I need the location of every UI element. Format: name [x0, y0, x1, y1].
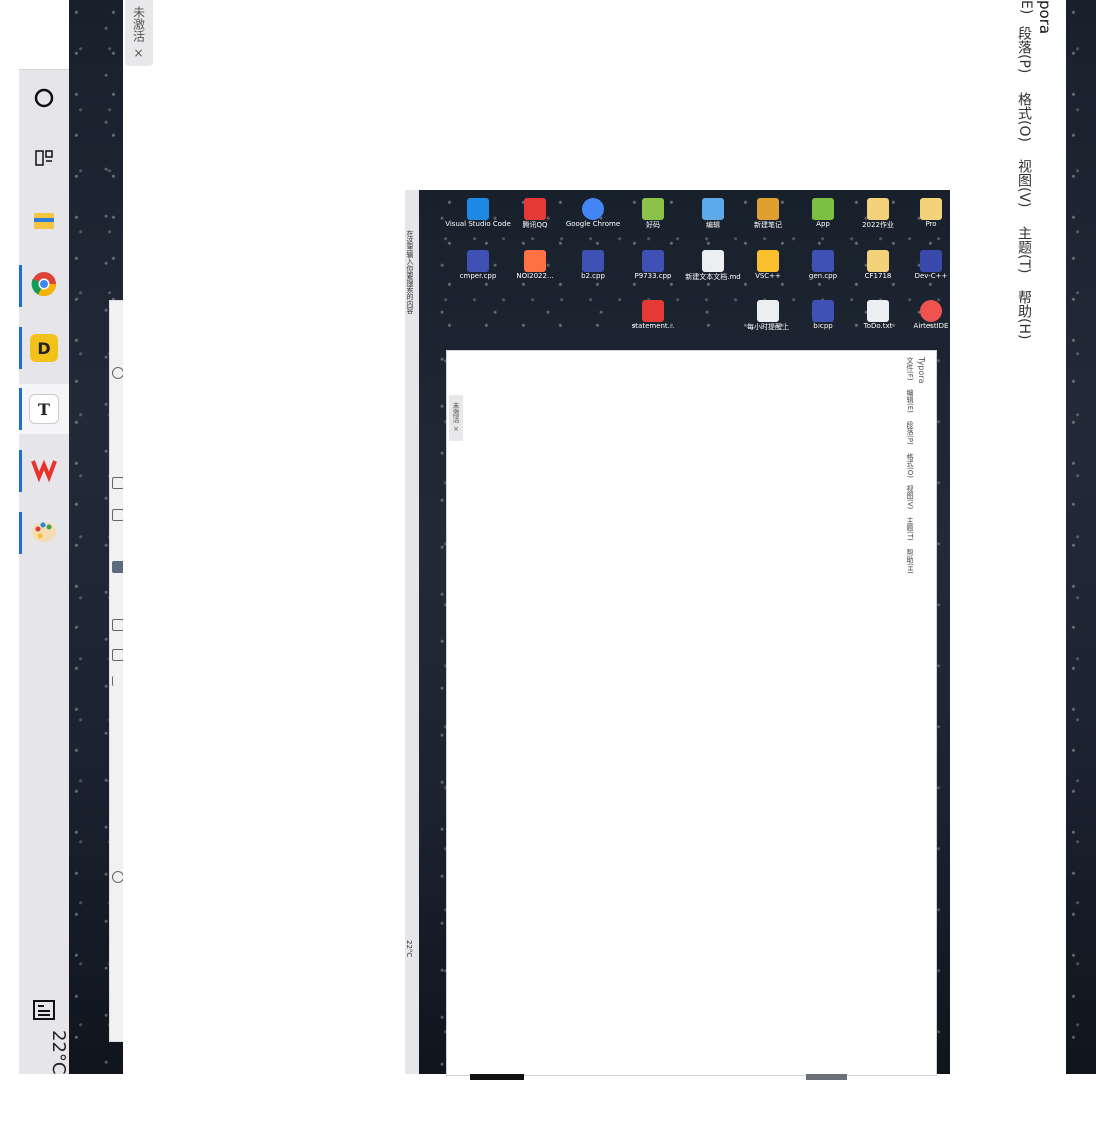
- taskbar-chrome[interactable]: [19, 261, 69, 311]
- nested-desktop-item: App: [805, 198, 841, 254]
- nested-menu-theme: 主题(T): [906, 517, 914, 541]
- nested-desktop-item: Google Chrome: [566, 198, 620, 254]
- menu-format[interactable]: 格式(O): [990, 92, 1034, 142]
- nested-taskbar-lower: [405, 442, 419, 1074]
- nested-desktop-item: Pro: [913, 198, 949, 254]
- bottom-edge-gray: [806, 1074, 847, 1080]
- bg-toolbar-resize-icon: [112, 676, 123, 686]
- chrome-icon: [30, 270, 58, 302]
- pasted-screenshot: Pro 2022作业 App 新建笔记 编辑 好码 Google Chrome …: [405, 190, 950, 1076]
- menu-theme[interactable]: 主题(T): [990, 226, 1034, 273]
- nested-typora-window: Typora 文件(F) 编辑(E) 段落(P) 格式(O) 视图(V) 主题(…: [446, 350, 937, 1076]
- taskbar-search-box[interactable]: [19, 0, 69, 70]
- search-circle-icon: [33, 87, 55, 113]
- task-view-button[interactable]: [19, 135, 69, 185]
- nested-desktop-item: 编辑: [695, 198, 731, 254]
- nested-weather: 22°C: [405, 940, 413, 958]
- editor-tab[interactable]: 未激活 ×: [125, 0, 153, 66]
- nested-menu-file: 文件(F): [906, 357, 914, 381]
- menu-help[interactable]: 帮助(H): [990, 290, 1034, 339]
- taskbar-file-explorer[interactable]: [19, 198, 69, 248]
- nested-desktop-item: CF1718: [860, 250, 896, 306]
- edit-icon: [702, 198, 724, 220]
- app-icon: [642, 198, 664, 220]
- nested-desktop-item: statement...: [632, 300, 674, 356]
- menu-edit[interactable]: E): [990, 0, 1034, 14]
- app-d-icon: D: [30, 334, 58, 362]
- taskbar: D T 22°C: [19, 0, 69, 1074]
- airtest-icon: [920, 300, 942, 322]
- nested-desktop-item: 2022作业: [860, 198, 896, 254]
- menu-bar: E) 段落(P) 格式(O) 视图(V) 主题(T) 帮助(H): [990, 0, 1034, 360]
- nested-desktop-item: 好码: [635, 198, 671, 254]
- nested-window-title: Typora: [917, 357, 926, 384]
- nested-taskbar-search: 在这里输入你要搜索的内容: [406, 230, 414, 314]
- menu-view[interactable]: 视图(V): [990, 159, 1034, 208]
- chrome-icon: [582, 198, 604, 220]
- file-icon: [702, 250, 724, 272]
- nested-menu-view: 视图(V): [906, 485, 914, 510]
- nested-desktop-item: 每小时提醒上: [747, 300, 789, 356]
- desktop-background-right: [1066, 0, 1096, 1074]
- editor-tab-label: 未激活 ×: [131, 6, 146, 60]
- cpp-file-icon: [812, 300, 834, 322]
- taskbar-app-d[interactable]: D: [19, 323, 69, 373]
- cpp-file-icon: [467, 250, 489, 272]
- window-title: pora: [1036, 0, 1054, 35]
- nested-desktop-item: b2.cpp: [575, 250, 611, 306]
- nested-desktop-item: Visual Studio Code: [445, 198, 511, 254]
- weather-temperature[interactable]: 22°C: [19, 1030, 69, 1074]
- folder-icon: [867, 250, 889, 272]
- app-icon: [757, 250, 779, 272]
- cpp-file-icon: [642, 250, 664, 272]
- nested-desktop-item: 腾讯QQ: [517, 198, 553, 254]
- folder-icon: [867, 198, 889, 220]
- taskbar-search-button[interactable]: [19, 75, 69, 125]
- nested-desktop-item: cmper.cpp: [460, 250, 496, 306]
- pdf-icon: [642, 300, 664, 322]
- nested-desktop-item: NOI2022...: [516, 250, 554, 306]
- txt-file-icon: [867, 300, 889, 322]
- nested-desktop-item: P9733.cpp: [635, 250, 672, 306]
- typora-icon: T: [29, 394, 59, 424]
- task-view-icon: [33, 147, 55, 173]
- nested-desktop-item: b.cpp: [805, 300, 841, 356]
- nested-menu-paragraph: 段落(P): [906, 421, 914, 445]
- newspaper-icon: [32, 998, 56, 1026]
- file-icon: [524, 250, 546, 272]
- bottom-edge-dark: [470, 1074, 524, 1080]
- app-icon: [812, 198, 834, 220]
- nested-desktop-item: Dev-C++: [913, 250, 949, 306]
- folder-icon: [920, 198, 942, 220]
- nested-desktop-item: gen.cpp: [805, 250, 841, 306]
- nested-menu-format: 格式(O): [906, 453, 914, 478]
- nested-desktop-item: 新建文本文档.md: [685, 250, 741, 306]
- qq-icon: [524, 198, 546, 220]
- devcpp-icon: [920, 250, 942, 272]
- nested-desktop-item: AirtestIDE: [913, 300, 949, 356]
- note-icon: [757, 198, 779, 220]
- taskbar-paint[interactable]: [19, 508, 69, 558]
- nested-menu-edit: 编辑(E): [906, 389, 914, 413]
- nested-desktop-item: ToDo.txt: [860, 300, 896, 356]
- palette-icon: [30, 517, 58, 549]
- nested-desktop-item: 新建笔记: [750, 198, 786, 254]
- cpp-file-icon: [582, 250, 604, 272]
- menu-paragraph[interactable]: 段落(P): [990, 26, 1034, 73]
- nested-editor-tab: 未激活 ×: [449, 395, 463, 441]
- nested-menu-help: 帮助(H): [906, 549, 914, 574]
- cpp-file-icon: [812, 250, 834, 272]
- folder-icon: [31, 208, 57, 238]
- nested-desktop-item: VSC++: [750, 250, 786, 306]
- taskbar-typora[interactable]: T: [19, 384, 69, 434]
- file-icon: [757, 300, 779, 322]
- vscode-icon: [467, 198, 489, 220]
- wps-icon: [30, 455, 58, 487]
- taskbar-wps[interactable]: [19, 446, 69, 496]
